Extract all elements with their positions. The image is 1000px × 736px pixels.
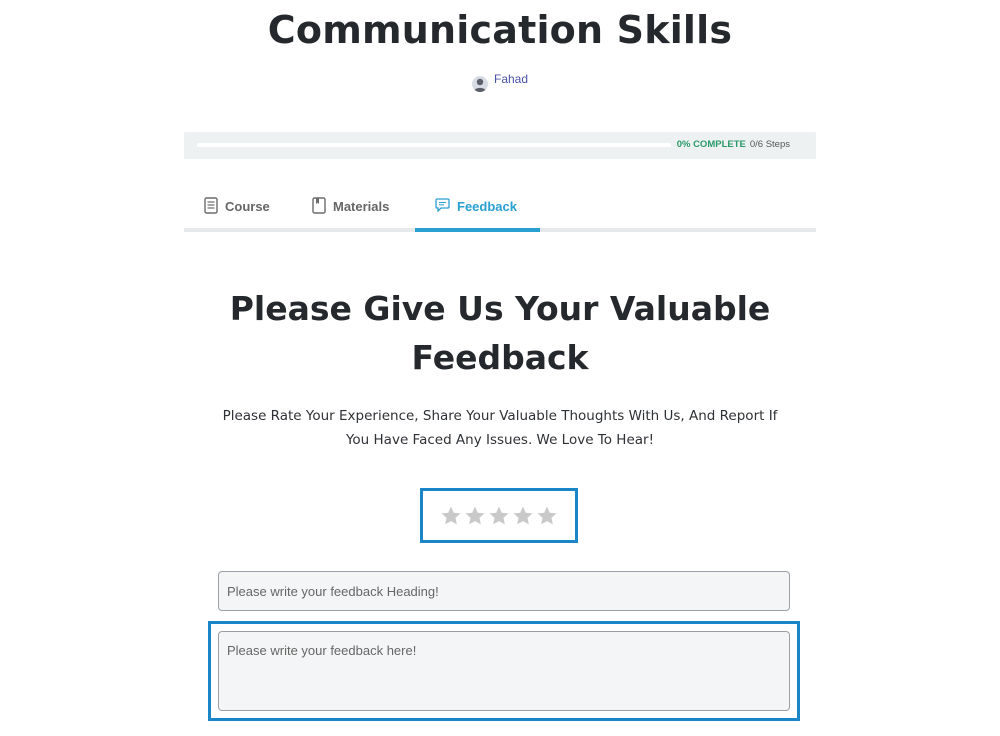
tab-feedback-label: Feedback [457, 199, 517, 214]
author-name[interactable]: Fahad [494, 72, 528, 86]
feedback-heading: Please Give Us Your Valuable Feedback [229, 289, 771, 377]
star-icon[interactable] [440, 505, 462, 527]
author-avatar [471, 76, 488, 92]
chat-bubble-icon [435, 198, 450, 215]
tab-materials[interactable]: Materials [312, 181, 389, 232]
star-icon[interactable] [464, 505, 486, 527]
course-tabs: Course Materials Feedback [184, 181, 816, 232]
course-progress-bar: 0% COMPLETE 0/6 Steps [184, 132, 816, 159]
feedback-body-textarea[interactable] [218, 631, 790, 711]
progress-track [197, 143, 671, 147]
star-icon[interactable] [536, 505, 558, 527]
document-icon [204, 196, 218, 217]
star-icon[interactable] [512, 505, 534, 527]
progress-status: 0% COMPLETE 0/6 Steps [677, 139, 790, 150]
course-title: Communication Skills [267, 8, 733, 52]
feedback-heading-input[interactable] [218, 571, 790, 611]
star-rating [420, 488, 578, 543]
feedback-body-outline [208, 621, 800, 721]
tab-course-label: Course [225, 199, 270, 214]
progress-steps: 0/6 Steps [749, 139, 790, 150]
tab-materials-label: Materials [333, 199, 390, 214]
tab-course[interactable]: Course [204, 181, 270, 232]
course-author[interactable]: Fahad [0, 66, 1000, 92]
star-icon[interactable] [488, 505, 510, 527]
feedback-description: Please Rate Your Experience, Share Your … [222, 408, 778, 448]
book-icon [312, 196, 326, 217]
progress-percent: 0% COMPLETE [676, 139, 746, 150]
tab-feedback[interactable]: Feedback [435, 181, 517, 232]
active-tab-indicator [415, 228, 540, 232]
